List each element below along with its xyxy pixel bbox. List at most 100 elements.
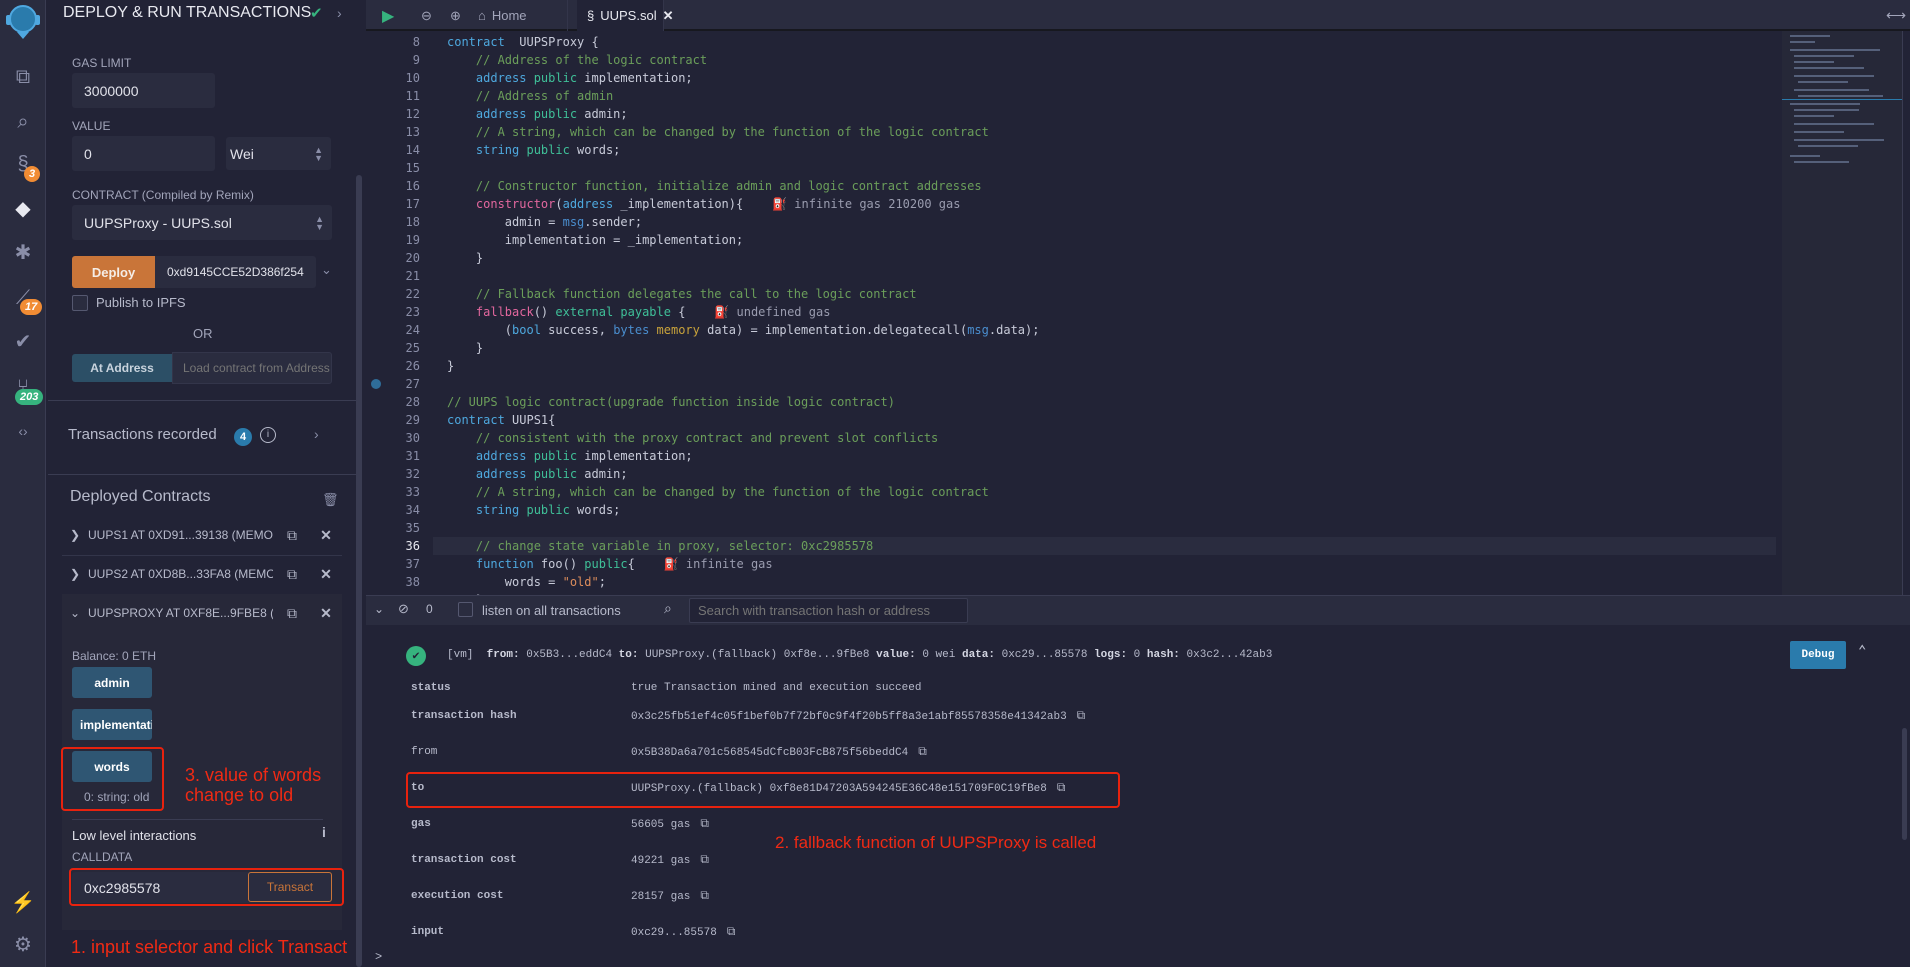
close-icon[interactable]: ✕	[311, 605, 341, 622]
code-token: // A string, which can be changed by the…	[447, 485, 989, 499]
code-line[interactable]: // UUPS logic contract(upgrade function …	[447, 393, 895, 411]
copy-icon[interactable]: ⧉	[700, 888, 709, 904]
zoom-in-icon[interactable]: ⊕	[450, 0, 461, 31]
chevron-right-icon[interactable]: ›	[337, 5, 342, 21]
code-line[interactable]: // A string, which can be changed by the…	[447, 483, 989, 501]
code-token: // Address of admin	[447, 89, 614, 103]
panel-scrollbar[interactable]	[356, 175, 362, 967]
expand-horizontal-icon[interactable]: ⟷	[1886, 0, 1906, 31]
copy-icon[interactable]: ⧉	[727, 924, 736, 940]
code-line[interactable]: // change state variable in proxy, selec…	[447, 537, 873, 555]
code-line[interactable]: contract UUPSProxy {	[447, 33, 599, 51]
close-tab-icon[interactable]: ✕	[663, 8, 674, 24]
collapse-terminal-icon[interactable]: ⌄	[374, 602, 384, 616]
transactions-recorded-label[interactable]: Transactions recorded	[68, 426, 217, 443]
code-line[interactable]: fallback() external payable { ⛽ undefine…	[447, 303, 831, 321]
deploy-args-input[interactable]: 0xd9145CCE52D386f254	[155, 256, 316, 288]
debug-button[interactable]: Debug	[1790, 641, 1846, 669]
close-icon[interactable]: ✕	[311, 527, 341, 544]
tab-uups-sol[interactable]: § UUPS.sol ✕	[577, 0, 674, 31]
debugger-icon[interactable]: ✱	[10, 240, 36, 266]
minimap[interactable]	[1782, 31, 1902, 595]
transaction-search-input[interactable]	[689, 598, 968, 623]
gas-limit-input[interactable]: 3000000	[72, 73, 215, 108]
code-line[interactable]: }	[447, 249, 483, 267]
deploy-button[interactable]: Deploy	[72, 256, 155, 288]
code-line[interactable]: admin = msg.sender;	[447, 213, 642, 231]
publish-ipfs-checkbox[interactable]	[72, 295, 88, 311]
admin-button[interactable]: admin	[72, 667, 152, 698]
code-line[interactable]: function foo() public{ ⛽ infinite gas	[447, 555, 773, 573]
at-address-input[interactable]	[172, 352, 332, 384]
remix-logo-icon[interactable]	[3, 2, 43, 40]
chevron-down-icon[interactable]: ⌄	[321, 262, 332, 278]
code-line[interactable]: address public admin;	[447, 465, 628, 483]
clear-console-icon[interactable]: ⊘	[398, 601, 409, 617]
deployed-contract-uupsproxy[interactable]: ⌄UUPSPROXY AT 0XF8E...9FBE8 (MEMORY)⧉✕	[62, 595, 342, 631]
code-line[interactable]: // consistent with the proxy contract an…	[447, 429, 938, 447]
code-line[interactable]: implementation = _implementation;	[447, 231, 743, 249]
code-line[interactable]: // Constructor function, initialize admi…	[447, 177, 982, 195]
code-line[interactable]: // Address of the logic contract	[447, 51, 707, 69]
run-script-icon[interactable]: ▶	[382, 0, 394, 31]
deployed-contract-uups1[interactable]: ❯ UUPS1 AT 0XD91...39138 (MEMORY) ⧉ ✕	[62, 517, 342, 553]
code-line[interactable]: address public implementation;	[447, 447, 693, 465]
copy-icon[interactable]: ⧉	[273, 566, 311, 583]
code-line[interactable]: }	[447, 339, 483, 357]
deployed-contract-uups2[interactable]: ❯UUPS2 AT 0XD8B...33FA8 (MEMORY)⧉✕	[62, 556, 342, 592]
code-line[interactable]: string public words;	[447, 141, 621, 159]
code-line[interactable]: // Address of admin	[447, 87, 613, 105]
api-icon[interactable]: ‹›	[10, 418, 36, 444]
copy-icon[interactable]: ⧉	[273, 605, 311, 622]
code-line[interactable]: constructor(address _implementation){ ⛽ …	[447, 195, 961, 213]
unit-test-icon[interactable]: ✔	[10, 329, 36, 355]
zoom-out-icon[interactable]: ⊖	[421, 0, 432, 31]
annotation-box-words	[61, 747, 164, 811]
code-line[interactable]: (bool success, bytes memory data) = impl…	[447, 321, 1040, 339]
code-area[interactable]: 8 contract UUPSProxy {9 // Address of the…	[366, 33, 1776, 595]
gas-estimate: ⛽ undefined gas	[714, 305, 831, 319]
info-icon[interactable]: i	[260, 427, 276, 443]
code-line[interactable]: contract UUPS1{	[447, 411, 555, 429]
deploy-run-icon[interactable]: ◆	[10, 196, 36, 222]
chevron-up-icon[interactable]: ⌃	[1858, 643, 1866, 660]
search-icon[interactable]: ⌕	[10, 109, 36, 135]
at-address-button[interactable]: At Address	[72, 354, 172, 382]
copy-icon[interactable]: ⧉	[1077, 708, 1086, 724]
tx-summary[interactable]: [vm] from: 0x5B3...eddC4 to: UUPSProxy.(…	[447, 649, 1272, 661]
implementation-button[interactable]: implementation	[72, 709, 152, 740]
code-line[interactable]: address public implementation;	[447, 69, 693, 87]
unit-select[interactable]: Wei ▲ ▼	[226, 137, 331, 170]
chevron-down-icon[interactable]: ⌄	[62, 606, 88, 620]
console-prompt[interactable]: >	[375, 950, 382, 964]
code-token: // UUPS logic contract(upgrade function …	[447, 395, 895, 409]
tab-home[interactable]: ⌂ Home	[478, 0, 568, 31]
contract-select[interactable]: UUPSProxy - UUPS.sol ▲ ▼	[72, 205, 332, 240]
plugin-manager-icon[interactable]: ⚡	[10, 890, 36, 916]
code-line[interactable]: }	[447, 357, 454, 375]
code-line[interactable]: words = "old";	[447, 573, 606, 591]
code-token: public	[526, 449, 578, 463]
code-line[interactable]: string public words;	[447, 501, 621, 519]
settings-icon[interactable]: ⚙	[10, 932, 36, 958]
trash-icon[interactable]: 🗑	[322, 492, 339, 508]
listen-checkbox[interactable]	[458, 602, 473, 617]
copy-icon[interactable]: ⧉	[700, 816, 709, 832]
info-icon[interactable]: i	[322, 824, 326, 840]
code-line[interactable]: // Fallback function delegates the call …	[447, 285, 917, 303]
file-explorer-icon[interactable]: ⧉	[10, 64, 36, 90]
value-input[interactable]: 0	[72, 136, 215, 171]
annotation-3: 3. value of words change to old	[185, 765, 322, 805]
chevron-right-icon[interactable]: ❯	[62, 528, 88, 542]
code-line[interactable]: // A string, which can be changed by the…	[447, 123, 989, 141]
copy-icon[interactable]: ⧉	[273, 527, 311, 544]
gas-limit-label: GAS LIMIT	[72, 56, 132, 70]
terminal-scrollbar[interactable]	[1902, 728, 1907, 840]
chevron-right-icon[interactable]: ›	[314, 426, 319, 442]
code-token: memory	[649, 323, 700, 337]
chevron-right-icon[interactable]: ❯	[62, 567, 88, 581]
code-line[interactable]: address public admin;	[447, 105, 628, 123]
close-icon[interactable]: ✕	[311, 566, 341, 583]
copy-icon[interactable]: ⧉	[918, 744, 927, 760]
copy-icon[interactable]: ⧉	[700, 852, 709, 868]
